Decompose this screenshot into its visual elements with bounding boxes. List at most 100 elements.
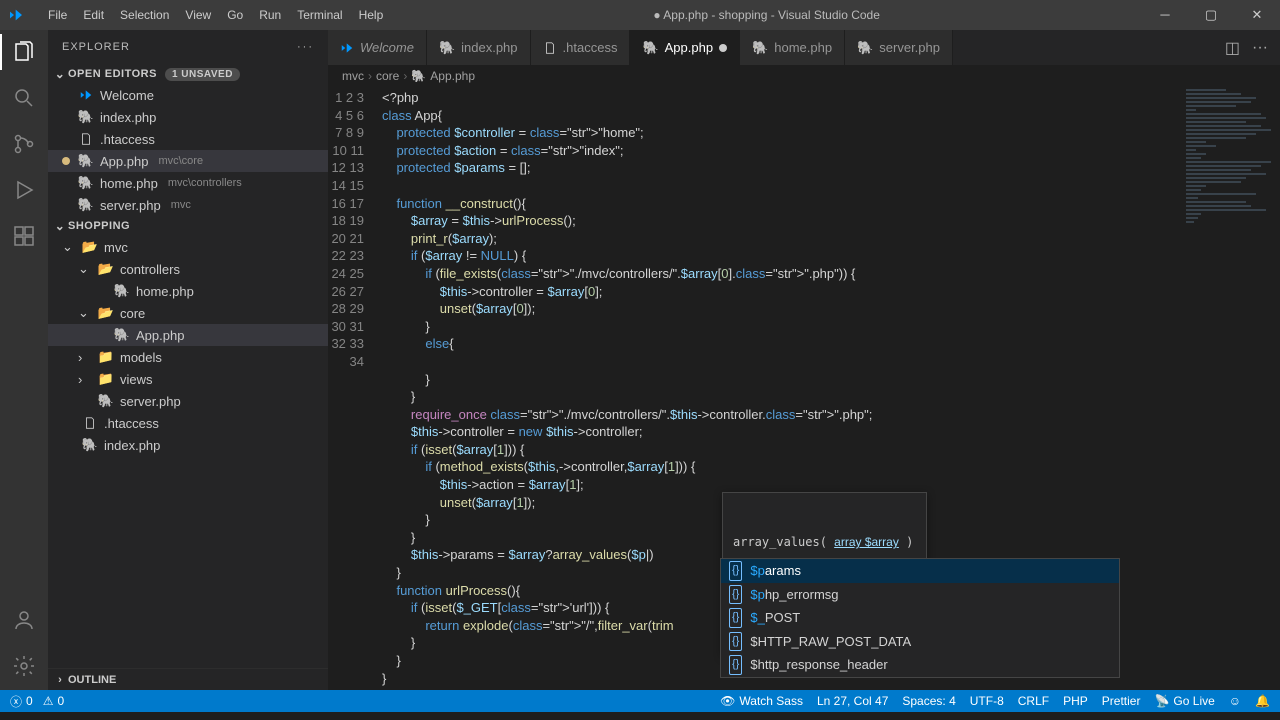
tree-item-label: .htaccess <box>104 416 159 431</box>
menu-help[interactable]: Help <box>351 0 392 30</box>
status-language[interactable]: PHP <box>1063 694 1088 708</box>
editor-tab[interactable]: 🐘App.php <box>630 30 740 65</box>
suggestion-item[interactable]: {} $http_response_header <box>721 653 1119 677</box>
sidebar: EXPLORER ··· ⌄ OPEN EDITORS 1 UNSAVED We… <box>48 30 328 690</box>
file-type-icon <box>340 41 354 55</box>
status-errors[interactable]: ⓧ0 ⚠0 <box>10 693 64 710</box>
editor-group: Welcome🐘index.php.htaccess🐘App.php🐘home.… <box>328 30 1280 690</box>
suggestion-label: $http_response_header <box>750 656 887 674</box>
editor-tab[interactable]: Welcome <box>328 30 427 65</box>
file-type-icon: 🐘 <box>82 437 98 453</box>
more-actions-icon[interactable]: ··· <box>1252 39 1268 57</box>
tree-file[interactable]: .htaccess <box>48 412 328 434</box>
file-type-icon: 🐘 <box>857 40 873 56</box>
chevron-right-icon: › <box>78 372 92 387</box>
chevron-down-icon: ⌄ <box>78 305 92 321</box>
tree-file[interactable]: 🐘index.php <box>48 434 328 456</box>
maximize-button[interactable]: ▢ <box>1188 0 1234 30</box>
warning-icon: ⚠ <box>43 694 54 708</box>
window-controls: ─ ▢ ✕ <box>1142 0 1280 30</box>
editor-tab[interactable]: 🐘index.php <box>427 30 531 65</box>
minimize-button[interactable]: ─ <box>1142 0 1188 30</box>
tab-label: App.php <box>665 40 713 55</box>
file-type-icon: 🐘 <box>114 283 130 299</box>
open-editors-section[interactable]: ⌄ OPEN EDITORS 1 UNSAVED <box>48 64 328 84</box>
status-cursor-position[interactable]: Ln 27, Col 47 <box>817 694 888 708</box>
menu-run[interactable]: Run <box>251 0 289 30</box>
open-editor-item[interactable]: .htaccess <box>48 128 328 150</box>
breadcrumb-item[interactable]: core <box>376 69 399 83</box>
split-editor-icon[interactable]: ◫ <box>1225 38 1240 58</box>
suggestion-item[interactable]: {}$HTTP_RAW_POST_DATA <box>721 630 1119 654</box>
code-lines[interactable]: <?php class App{ protected $controller =… <box>382 87 1280 690</box>
suggestion-kind-icon: {} <box>729 608 742 628</box>
tree-folder[interactable]: ›📁views <box>48 368 328 390</box>
window-title: ● App.php - shopping - Visual Studio Cod… <box>391 8 1142 22</box>
open-editors-list: Welcome🐘index.php.htaccess🐘App.phpmvc\co… <box>48 84 328 216</box>
file-path-hint: mvc\core <box>158 155 203 167</box>
editor-tab[interactable]: 🐘home.php <box>740 30 845 65</box>
sidebar-more-icon[interactable]: ··· <box>297 41 314 53</box>
editor-tab[interactable]: .htaccess <box>531 30 631 65</box>
menu-edit[interactable]: Edit <box>75 0 112 30</box>
breadcrumb[interactable]: mvc› core› 🐘 App.php <box>328 65 1280 87</box>
minimap[interactable] <box>1180 87 1280 647</box>
open-editor-item[interactable]: 🐘App.phpmvc\core <box>48 150 328 172</box>
editor-tab[interactable]: 🐘server.php <box>845 30 953 65</box>
file-label: App.php <box>100 154 148 169</box>
chevron-down-icon: ⌄ <box>62 239 76 255</box>
menu-selection[interactable]: Selection <box>112 0 177 30</box>
project-section[interactable]: ⌄ SHOPPING <box>48 216 328 236</box>
file-type-icon: 🐘 <box>752 40 768 56</box>
status-go-live[interactable]: 📡Go Live <box>1154 694 1214 708</box>
explorer-icon[interactable] <box>10 38 38 66</box>
status-eol[interactable]: CRLF <box>1018 694 1049 708</box>
suggestion-item[interactable]: {} $params <box>721 559 1119 583</box>
status-prettier[interactable]: Prettier <box>1102 694 1141 708</box>
file-label: Welcome <box>100 88 154 103</box>
status-indentation[interactable]: Spaces: 4 <box>902 694 955 708</box>
menu-go[interactable]: Go <box>219 0 251 30</box>
tree-folder[interactable]: ⌄📂mvc <box>48 236 328 258</box>
suggestion-item[interactable]: {}$_POST <box>721 606 1119 630</box>
menu-view[interactable]: View <box>177 0 219 30</box>
file-tree: ⌄📂mvc⌄📂controllers🐘home.php⌄📂core🐘App.ph… <box>48 236 328 668</box>
breadcrumb-item[interactable]: mvc <box>342 69 364 83</box>
tree-folder[interactable]: ⌄📂controllers <box>48 258 328 280</box>
status-encoding[interactable]: UTF-8 <box>970 694 1004 708</box>
open-editor-item[interactable]: 🐘server.phpmvc <box>48 194 328 216</box>
status-bell-icon[interactable]: 🔔 <box>1255 694 1270 708</box>
code-editor[interactable]: 1 2 3 4 5 6 7 8 9 10 11 12 13 14 15 16 1… <box>328 87 1280 690</box>
close-button[interactable]: ✕ <box>1234 0 1280 30</box>
menu-terminal[interactable]: Terminal <box>289 0 350 30</box>
settings-icon[interactable] <box>10 652 38 680</box>
file-type-icon: 🐘 <box>114 327 130 343</box>
suggestion-kind-icon: {} <box>729 655 742 675</box>
breadcrumb-item[interactable]: App.php <box>430 69 475 83</box>
outline-section[interactable]: › OUTLINE <box>48 668 328 690</box>
tree-file[interactable]: 🐘server.php <box>48 390 328 412</box>
tree-folder[interactable]: ⌄📂core <box>48 302 328 324</box>
open-editor-item[interactable]: 🐘home.phpmvc\controllers <box>48 172 328 194</box>
status-feedback-icon[interactable]: ☺ <box>1229 694 1241 708</box>
source-control-icon[interactable] <box>10 130 38 158</box>
run-debug-icon[interactable] <box>10 176 38 204</box>
suggestion-list[interactable]: {} $params {}$php_errormsg{}$_POST{}$HTTP_… <box>720 558 1120 678</box>
menu-file[interactable]: File <box>40 0 75 30</box>
extensions-icon[interactable] <box>10 222 38 250</box>
suggestion-kind-icon: {} <box>729 561 742 581</box>
open-editor-item[interactable]: 🐘index.php <box>48 106 328 128</box>
tree-file[interactable]: 🐘home.php <box>48 280 328 302</box>
file-type-icon <box>82 415 98 431</box>
tree-file[interactable]: 🐘App.php <box>48 324 328 346</box>
accounts-icon[interactable] <box>10 606 38 634</box>
status-watch-sass[interactable]: 👁Watch Sass <box>720 694 803 708</box>
file-path-hint: mvc <box>171 199 191 211</box>
signature-text: array_values( array $array ) <box>733 534 916 552</box>
search-icon[interactable] <box>10 84 38 112</box>
suggestion-item[interactable]: {}$php_errormsg <box>721 583 1119 607</box>
tree-folder[interactable]: ›📁models <box>48 346 328 368</box>
dirty-indicator-icon <box>719 44 727 52</box>
suggestion-label: $params <box>750 562 801 580</box>
open-editor-item[interactable]: Welcome <box>48 84 328 106</box>
